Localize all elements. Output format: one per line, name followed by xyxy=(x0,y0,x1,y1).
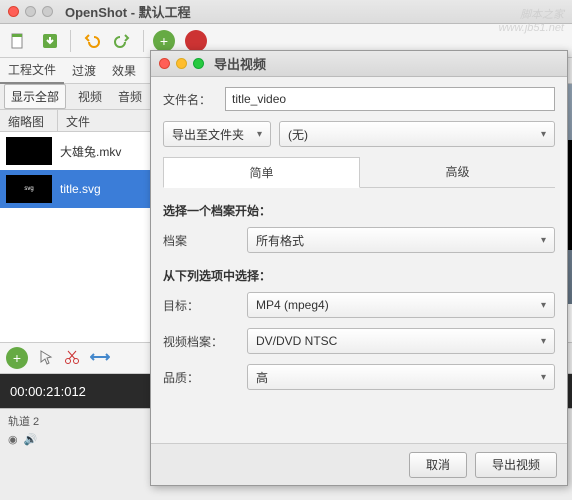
export-button[interactable]: 导出视频 xyxy=(475,452,557,478)
cut-tool-icon[interactable] xyxy=(64,349,80,368)
chevron-down-icon: ▾ xyxy=(541,336,546,347)
watermark: 脚本之家 www.jb51.net xyxy=(499,6,564,34)
archive-value: 所有格式 xyxy=(256,232,304,249)
section-archive-title: 选择一个档案开始： xyxy=(163,202,555,219)
destination-value: (无) xyxy=(288,126,308,143)
record-button[interactable] xyxy=(184,29,208,53)
chevron-down-icon: ▾ xyxy=(541,372,546,383)
tab-effects[interactable]: 效果 xyxy=(104,58,144,83)
dialog-window-controls xyxy=(159,58,204,69)
tab-project-files[interactable]: 工程文件 xyxy=(0,57,64,84)
quality-label: 品质： xyxy=(163,369,239,386)
undo-button[interactable] xyxy=(79,29,103,53)
dialog-titlebar: 导出视频 xyxy=(151,51,567,77)
file-name: title.svg xyxy=(60,182,101,196)
cancel-button[interactable]: 取消 xyxy=(409,452,467,478)
show-all-button[interactable]: 显示全部 xyxy=(4,84,66,109)
separator xyxy=(143,30,144,52)
redo-button[interactable] xyxy=(111,29,135,53)
maximize-icon[interactable] xyxy=(193,58,204,69)
dialog-title: 导出视频 xyxy=(214,54,266,73)
dialog-footer: 取消 导出视频 xyxy=(151,443,567,485)
resize-tool-icon[interactable] xyxy=(90,351,110,366)
save-button[interactable] xyxy=(38,29,62,53)
timecode-value: 00:00:21:012 xyxy=(10,384,86,399)
filename-label: 文件名： xyxy=(163,91,217,108)
speaker-icon[interactable]: 🔊 xyxy=(24,433,38,446)
col-thumb: 缩略图 xyxy=(0,110,58,131)
export-to-combo[interactable]: 导出至文件夹 ▾ xyxy=(163,121,271,147)
export-dialog: 导出视频 文件名： 导出至文件夹 ▾ (无) ▾ 简单 高级 选择一个档案开始：… xyxy=(150,50,568,486)
close-icon[interactable] xyxy=(8,6,19,17)
eye-icon[interactable]: ◉ xyxy=(8,433,18,446)
thumbnail-icon xyxy=(6,137,52,165)
separator xyxy=(70,30,71,52)
col-file: 文件 xyxy=(58,110,98,131)
target-value: MP4 (mpeg4) xyxy=(256,298,329,312)
export-to-label: 导出至文件夹 xyxy=(172,126,244,143)
section-options-title: 从下列选项中选择： xyxy=(163,267,555,284)
quality-combo[interactable]: 高 ▾ xyxy=(247,364,555,390)
dialog-body: 文件名： 导出至文件夹 ▾ (无) ▾ 简单 高级 选择一个档案开始： 档案 所… xyxy=(151,77,567,410)
archive-combo[interactable]: 所有格式 ▾ xyxy=(247,227,555,253)
titlebar: OpenShot - 默认工程 xyxy=(0,0,572,24)
filter-video[interactable]: 视频 xyxy=(70,88,110,105)
app-title: OpenShot - 默认工程 xyxy=(65,2,191,21)
minimize-icon[interactable] xyxy=(176,58,187,69)
chevron-down-icon: ▾ xyxy=(541,129,546,140)
archive-label: 档案 xyxy=(163,232,239,249)
tab-transitions[interactable]: 过渡 xyxy=(64,58,104,83)
window-controls xyxy=(8,6,53,17)
quality-value: 高 xyxy=(256,369,268,386)
section-archive: 选择一个档案开始： 档案 所有格式 ▾ xyxy=(163,202,555,253)
target-label: 目标： xyxy=(163,297,239,314)
tab-simple[interactable]: 简单 xyxy=(163,157,360,188)
maximize-icon[interactable] xyxy=(42,6,53,17)
tab-advanced[interactable]: 高级 xyxy=(360,157,555,187)
video-profile-combo[interactable]: DV/DVD NTSC ▾ xyxy=(247,328,555,354)
thumbnail-icon: svg xyxy=(6,175,52,203)
close-icon[interactable] xyxy=(159,58,170,69)
destination-combo[interactable]: (无) ▾ xyxy=(279,121,555,147)
filter-audio[interactable]: 音频 xyxy=(110,88,150,105)
file-name: 大雄兔.mkv xyxy=(60,143,121,160)
new-button[interactable] xyxy=(6,29,30,53)
video-profile-label: 视频档案： xyxy=(163,333,239,350)
chevron-down-icon: ▾ xyxy=(541,235,546,246)
add-track-button[interactable]: + xyxy=(6,347,28,369)
pointer-tool-icon[interactable] xyxy=(38,349,54,368)
video-profile-value: DV/DVD NTSC xyxy=(256,334,337,348)
section-options: 从下列选项中选择： 目标： MP4 (mpeg4) ▾ 视频档案： DV/DVD… xyxy=(163,267,555,390)
filename-input[interactable] xyxy=(225,87,555,111)
dialog-tabs: 简单 高级 xyxy=(163,157,555,188)
chevron-down-icon: ▾ xyxy=(541,300,546,311)
add-button[interactable]: + xyxy=(152,29,176,53)
minimize-icon[interactable] xyxy=(25,6,36,17)
target-combo[interactable]: MP4 (mpeg4) ▾ xyxy=(247,292,555,318)
chevron-down-icon: ▾ xyxy=(257,129,262,140)
